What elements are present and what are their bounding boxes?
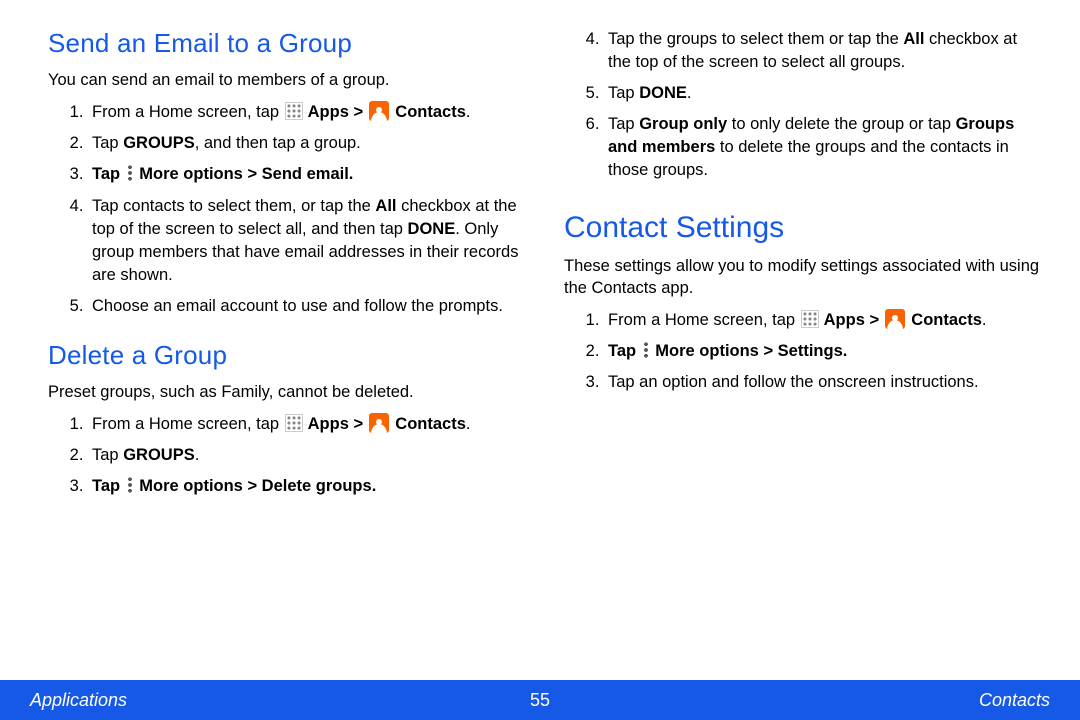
- text: More options > Delete groups: [135, 477, 372, 495]
- steps-send-email-group: From a Home screen, tap Apps > Contacts.…: [48, 101, 524, 318]
- text: Choose an email account to use and follo…: [92, 297, 503, 315]
- step: Tap GROUPS, and then tap a group.: [88, 132, 524, 155]
- step: Tap More options > Delete groups.: [88, 475, 524, 498]
- left-column: Send an Email to a Group You can send an…: [48, 28, 524, 680]
- text: to only delete the group or tap: [727, 115, 955, 133]
- text: Tap contacts to select them, or tap the: [92, 197, 375, 215]
- footer-page-number: 55: [530, 690, 550, 711]
- step: Choose an email account to use and follo…: [88, 295, 524, 318]
- text: Tap: [92, 477, 125, 495]
- contacts-icon: [885, 309, 905, 329]
- step: Tap the groups to select them or tap the…: [604, 28, 1040, 74]
- text: From a Home screen, tap: [608, 311, 800, 329]
- text: Apps >: [304, 415, 368, 433]
- contacts-icon: [369, 413, 389, 433]
- step: Tap an option and follow the onscreen in…: [604, 371, 1040, 394]
- text: Tap the groups to select them or tap the: [608, 30, 903, 48]
- footer-right: Contacts: [850, 690, 1050, 711]
- text: , and then tap a group.: [195, 134, 361, 152]
- more-options-icon: [642, 342, 650, 358]
- step: Tap Group only to only delete the group …: [604, 113, 1040, 182]
- two-column-body: Send an Email to a Group You can send an…: [48, 28, 1040, 680]
- text: Apps >: [304, 103, 368, 121]
- steps-contact-settings: From a Home screen, tap Apps > Contacts.…: [564, 309, 1040, 394]
- step: Tap GROUPS.: [88, 444, 524, 467]
- apps-grid-icon: [801, 310, 819, 328]
- step: Tap contacts to select them, or tap the …: [88, 195, 524, 287]
- text: From a Home screen, tap: [92, 103, 284, 121]
- text: DONE: [639, 84, 687, 102]
- step: Tap More options > Send email.: [88, 163, 524, 186]
- manual-page: Send an Email to a Group You can send an…: [0, 0, 1080, 720]
- footer-left: Applications: [30, 690, 230, 711]
- contacts-icon: [369, 101, 389, 121]
- text: More options > Settings: [651, 342, 843, 360]
- step: From a Home screen, tap Apps > Contacts.: [88, 101, 524, 124]
- intro-send-email-group: You can send an email to members of a gr…: [48, 69, 524, 91]
- apps-grid-icon: [285, 414, 303, 432]
- text: All: [903, 30, 924, 48]
- steps-delete-group: From a Home screen, tap Apps > Contacts.…: [48, 413, 524, 498]
- text: Contacts: [907, 311, 982, 329]
- step: From a Home screen, tap Apps > Contacts.: [88, 413, 524, 436]
- text: Tap: [608, 115, 639, 133]
- intro-contact-settings: These settings allow you to modify setti…: [564, 255, 1040, 300]
- text: Tap: [92, 446, 123, 464]
- text: From a Home screen, tap: [92, 415, 284, 433]
- heading-delete-group: Delete a Group: [48, 340, 524, 371]
- step: From a Home screen, tap Apps > Contacts.: [604, 309, 1040, 332]
- intro-delete-group: Preset groups, such as Family, cannot be…: [48, 381, 524, 403]
- text: GROUPS: [123, 446, 195, 464]
- text: Apps >: [820, 311, 884, 329]
- text: More options > Send email: [135, 165, 349, 183]
- page-footer: Applications 55 Contacts: [0, 680, 1080, 720]
- text: Contacts: [391, 103, 466, 121]
- heading-send-email-group: Send an Email to a Group: [48, 28, 524, 59]
- text: Tap: [92, 165, 125, 183]
- step: Tap DONE.: [604, 82, 1040, 105]
- apps-grid-icon: [285, 102, 303, 120]
- more-options-icon: [126, 165, 134, 181]
- more-options-icon: [126, 477, 134, 493]
- text: Tap: [608, 342, 641, 360]
- right-column: Tap the groups to select them or tap the…: [564, 28, 1040, 680]
- text: Contacts: [391, 415, 466, 433]
- text: Group only: [639, 115, 727, 133]
- step: Tap More options > Settings.: [604, 340, 1040, 363]
- heading-contact-settings: Contact Settings: [564, 211, 1040, 245]
- steps-delete-group-continued: Tap the groups to select them or tap the…: [564, 28, 1040, 183]
- text: GROUPS: [123, 134, 195, 152]
- text: DONE: [408, 220, 456, 238]
- text: Tap an option and follow the onscreen in…: [608, 373, 979, 391]
- text: Tap: [608, 84, 639, 102]
- text: Tap: [92, 134, 123, 152]
- text: All: [375, 197, 396, 215]
